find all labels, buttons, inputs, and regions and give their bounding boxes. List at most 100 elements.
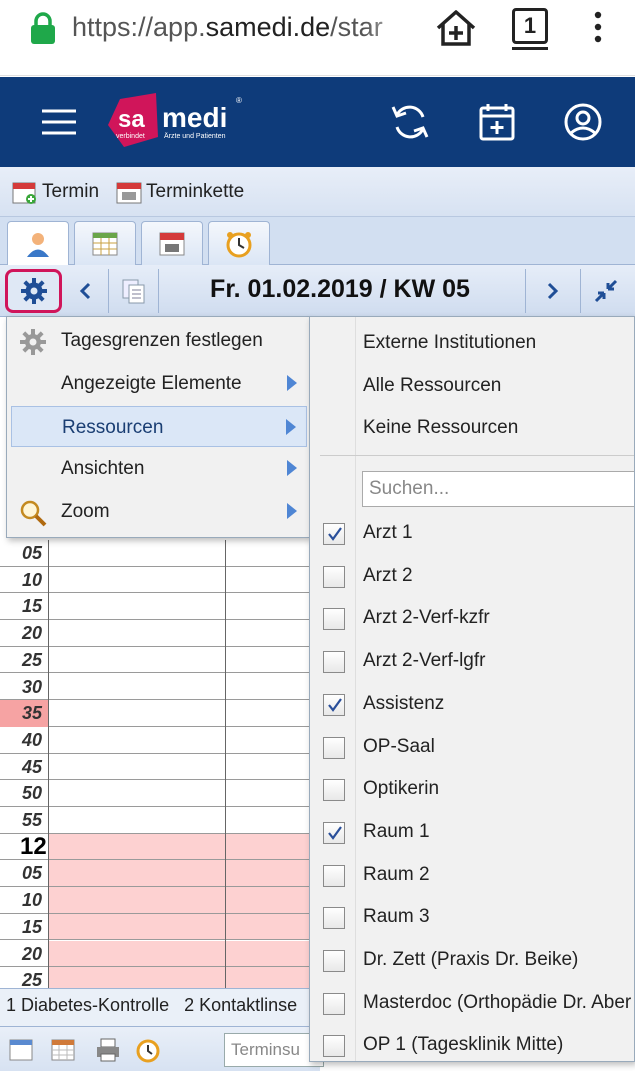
tab-week-view[interactable] <box>74 221 136 265</box>
menu-item-zoom[interactable]: Zoom <box>11 491 307 532</box>
resource-item[interactable]: Optikerin <box>310 769 634 811</box>
tab-person-view[interactable] <box>7 221 69 265</box>
collapse-button[interactable] <box>584 269 628 313</box>
hamburger-menu-icon[interactable] <box>38 101 80 143</box>
previous-day-button[interactable] <box>64 269 108 313</box>
resource-item[interactable]: Arzt 2 <box>310 556 634 598</box>
resource-checkbox[interactable] <box>323 565 345 588</box>
resource-checkbox[interactable] <box>323 736 345 759</box>
next-day-button[interactable] <box>530 269 574 313</box>
resource-item[interactable]: OP 1 (Tagesklinik Mitte) <box>310 1025 634 1061</box>
resource-item[interactable]: Arzt 2-Verf-kzfr <box>310 598 634 640</box>
copy-pages-icon <box>122 279 145 304</box>
resource-checkbox[interactable] <box>323 1035 345 1058</box>
time-slot-cell[interactable] <box>48 540 320 566</box>
resource-checkbox[interactable] <box>323 651 345 674</box>
calendar-add-icon[interactable] <box>476 101 518 143</box>
menu-item-label: Ansichten <box>61 458 145 479</box>
samedi-logo[interactable]: sa medi verbindet Ärzte und Patienten ® <box>106 91 256 153</box>
logo-sa-text: sa <box>118 106 145 133</box>
time-slot-cell[interactable] <box>48 567 320 593</box>
new-terminkette-button[interactable]: Terminkette <box>116 179 244 205</box>
time-slot-cell[interactable] <box>48 887 320 913</box>
resource-item[interactable]: Raum 3 <box>310 897 634 939</box>
menu-divider <box>320 455 634 456</box>
time-slot-cell[interactable] <box>48 700 320 726</box>
time-slot-cell[interactable] <box>48 833 320 860</box>
user-account-icon[interactable] <box>562 101 604 143</box>
address-bar[interactable]: https://app.samedi.de/star <box>72 12 417 46</box>
resource-label: OP-Saal <box>363 735 435 757</box>
minute-label: 20 <box>22 623 43 644</box>
resource-checkbox[interactable] <box>323 608 345 631</box>
menu-item-no-resources[interactable]: Keine Ressourcen <box>363 417 634 439</box>
resource-item[interactable]: OP-Saal <box>310 727 634 769</box>
resource-label: Raum 3 <box>363 906 430 928</box>
tab-day-view[interactable] <box>141 221 203 265</box>
menu-item-external-institutions[interactable]: Externe Institutionen <box>363 332 634 354</box>
resource-item[interactable]: Arzt 1 <box>310 513 634 555</box>
time-slot-cell[interactable] <box>48 727 320 753</box>
minute-label: 35 <box>0 700 48 727</box>
resource-item[interactable]: Assistenz <box>310 684 634 726</box>
alarm-clock-icon[interactable] <box>135 1037 161 1063</box>
copy-button[interactable] <box>112 269 156 313</box>
resource-checkbox[interactable] <box>323 907 345 930</box>
new-termin-button[interactable]: Termin <box>12 179 99 205</box>
time-slot-cell[interactable] <box>48 754 320 780</box>
logo-registered: ® <box>236 96 242 105</box>
resource-checkbox[interactable] <box>323 523 345 545</box>
resource-checkbox[interactable] <box>323 864 345 887</box>
resource-item[interactable]: Arzt 2-Verf-lgfr <box>310 641 634 683</box>
time-slot-cell[interactable] <box>48 674 320 700</box>
settings-button[interactable] <box>5 269 62 313</box>
tab-switcher-button[interactable]: 1 <box>512 8 548 50</box>
time-slot-cell[interactable] <box>48 780 320 806</box>
printer-icon[interactable] <box>95 1037 121 1063</box>
url-domain: samedi.de <box>205 12 331 42</box>
resource-checkbox[interactable] <box>323 950 345 972</box>
resource-label: Dr. Zett (Praxis Dr. Beike) <box>363 949 579 970</box>
resource-search-input[interactable]: Suchen... <box>362 471 634 507</box>
menu-item-tagesgrenzen[interactable]: Tagesgrenzen festlegen <box>11 320 307 361</box>
legend-item[interactable]: 1 Diabetes-Kontrolle <box>6 995 169 1015</box>
checkmark-icon <box>328 527 342 541</box>
terminkette-label: Terminkette <box>146 181 245 202</box>
minute-label: 15 <box>22 596 43 617</box>
menu-item-ansichten[interactable]: Ansichten <box>11 448 307 489</box>
time-slot-cell[interactable] <box>48 620 320 646</box>
home-add-icon[interactable] <box>434 8 478 48</box>
collapse-arrows-icon <box>594 279 618 303</box>
termin-label: Termin <box>42 181 100 202</box>
time-slot-cell[interactable] <box>48 860 320 887</box>
time-slot-cell[interactable] <box>48 807 320 833</box>
menu-item-ressourcen[interactable]: Ressourcen <box>11 406 307 447</box>
overflow-menu-icon[interactable] <box>588 10 608 44</box>
tab-reminder-view[interactable] <box>208 221 270 265</box>
menu-item-angezeigte[interactable]: Angezeigte Elemente <box>11 363 307 404</box>
calendar-day-icon[interactable] <box>8 1037 34 1063</box>
resource-checkbox[interactable] <box>323 779 345 802</box>
menu-item-all-resources[interactable]: Alle Ressourcen <box>363 375 634 397</box>
resource-checkbox[interactable] <box>323 693 345 716</box>
resource-checkbox[interactable] <box>323 992 345 1015</box>
url-path: /star <box>330 12 383 42</box>
resource-item[interactable]: Masterdoc (Orthopädie Dr. Aber <box>310 983 634 1025</box>
current-date-label[interactable]: Fr. 01.02.2019 / KW 05 <box>160 275 520 304</box>
legend-item[interactable]: 2 Kontaktlinse <box>184 995 297 1015</box>
resource-item[interactable]: Raum 1 <box>310 812 634 854</box>
minute-label: 40 <box>22 729 43 750</box>
day-calendar-grid[interactable]: 05 10 15 20 25 30 35 40 45 50 55 12 05 10 15 20 25 <box>0 540 320 994</box>
resource-item[interactable]: Raum 2 <box>310 855 634 897</box>
resource-checkbox[interactable] <box>323 821 345 844</box>
resource-item[interactable]: Dr. Zett (Praxis Dr. Beike) <box>310 940 634 982</box>
time-slot-cell[interactable] <box>48 913 320 940</box>
time-slot-cell[interactable] <box>48 593 320 619</box>
time-slot-cell[interactable] <box>48 940 320 967</box>
time-slot-cell[interactable] <box>48 647 320 673</box>
app-header: sa medi verbindet Ärzte und Patienten ® <box>0 77 635 167</box>
menu-item-label: Ressourcen <box>62 417 164 438</box>
refresh-icon[interactable] <box>389 101 431 143</box>
calendar-month-icon[interactable] <box>50 1037 76 1063</box>
calendar-add-icon <box>12 182 36 204</box>
